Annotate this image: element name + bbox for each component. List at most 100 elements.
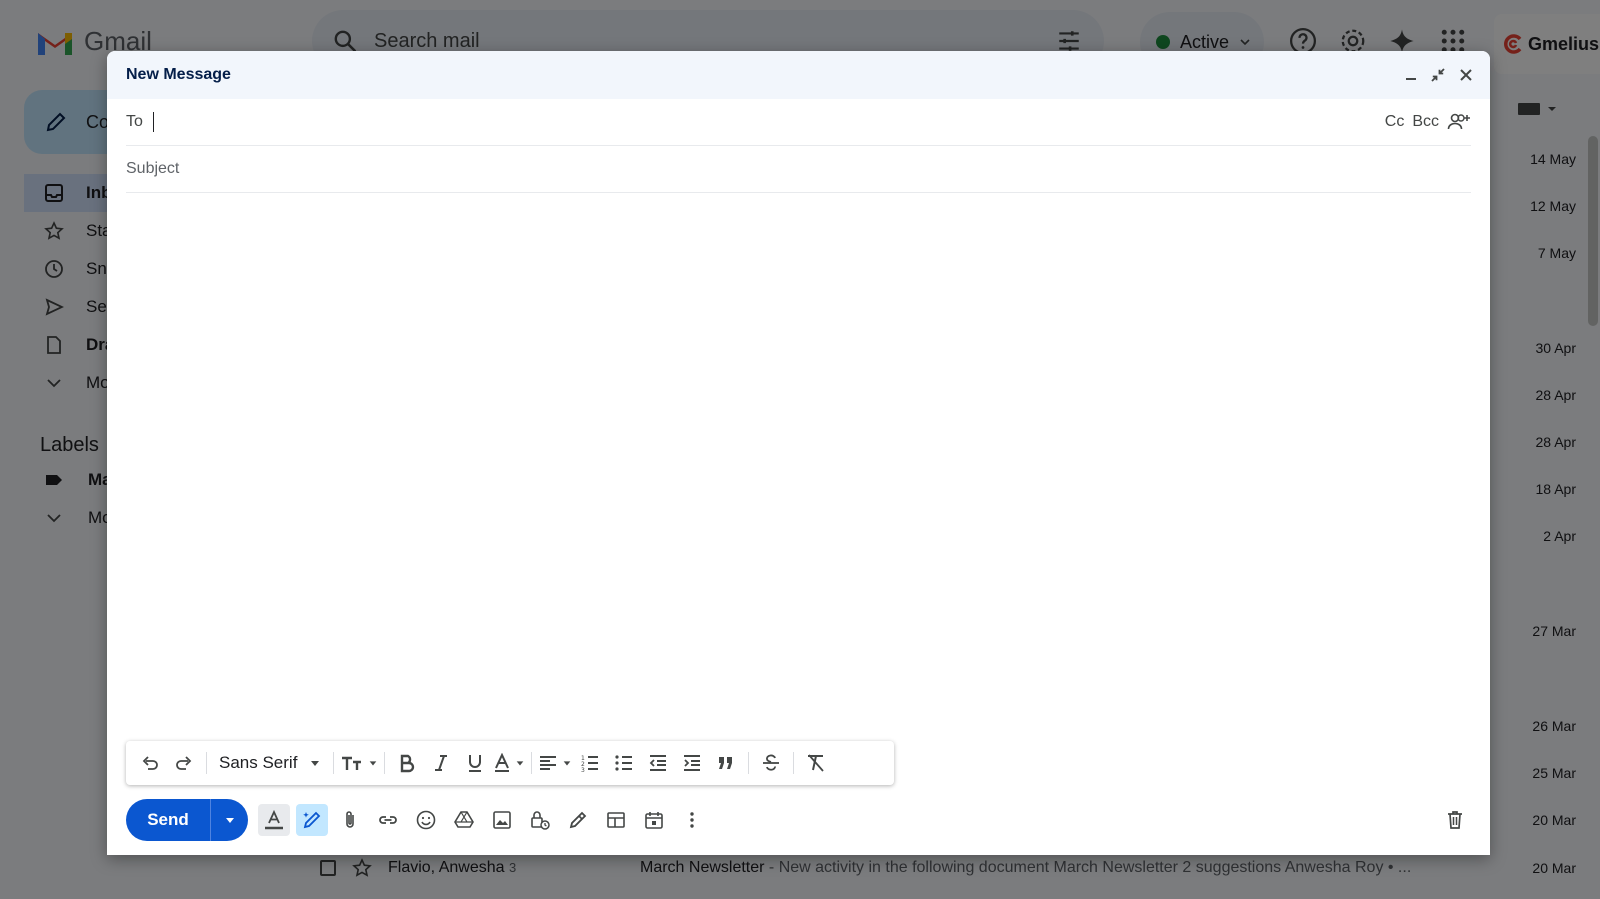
italic-button[interactable] xyxy=(425,747,457,779)
chevron-down-icon xyxy=(47,514,61,523)
help-me-write-button[interactable] xyxy=(296,804,328,836)
align-dropdown[interactable] xyxy=(538,747,572,779)
clock-icon xyxy=(45,260,63,278)
mail-date: 28 Apr xyxy=(1535,434,1576,450)
mail-date: 26 Mar xyxy=(1532,718,1576,734)
exit-full-screen-icon xyxy=(1431,68,1445,82)
star-icon xyxy=(44,221,64,240)
minimize-icon xyxy=(1406,78,1416,80)
mail-date: 14 May xyxy=(1530,151,1576,167)
send-icon xyxy=(45,298,64,316)
keyboard-icon[interactable] xyxy=(1518,100,1558,118)
underline-button[interactable] xyxy=(459,747,491,779)
message-body[interactable] xyxy=(126,201,1471,771)
paperclip-icon xyxy=(346,811,354,828)
toolbar-divider xyxy=(384,752,386,774)
lock-clock-icon xyxy=(531,811,550,830)
numbered-list-button[interactable]: 123 xyxy=(574,747,606,779)
quote-icon xyxy=(719,757,733,769)
indent-more-button[interactable] xyxy=(676,747,708,779)
indent-less-button[interactable] xyxy=(642,747,674,779)
italic-icon xyxy=(435,755,448,771)
row-sender: Flavio, Anwesha 3 xyxy=(388,859,624,877)
text-size-icon xyxy=(342,756,362,770)
text-color-dropdown[interactable] xyxy=(493,747,525,779)
remove-formatting-button[interactable] xyxy=(800,747,832,779)
mail-date: 20 Mar xyxy=(1532,860,1576,876)
schedule-meeting-button[interactable] xyxy=(638,804,670,836)
compose-header[interactable]: New Message xyxy=(107,51,1490,99)
dropdown-arrow-icon xyxy=(370,761,377,766)
insert-photo-button[interactable] xyxy=(486,804,518,836)
insert-link-button[interactable] xyxy=(372,804,404,836)
attach-files-button[interactable] xyxy=(334,804,366,836)
star-icon[interactable] xyxy=(352,858,372,878)
text-color-icon xyxy=(495,753,510,772)
mail-date: 2 Apr xyxy=(1543,528,1576,544)
mail-date: 7 May xyxy=(1537,245,1576,261)
labels-heading: Labels xyxy=(40,434,99,456)
gmelius-badge[interactable]: Gmelius xyxy=(1494,14,1600,74)
table-row[interactable]: Flavio, Anwesha 3 March Newsletter - New… xyxy=(320,858,1411,878)
bcc-button[interactable]: Bcc xyxy=(1412,113,1439,131)
cc-button[interactable]: Cc xyxy=(1385,113,1405,131)
bold-button[interactable] xyxy=(391,747,423,779)
subject-input[interactable] xyxy=(126,160,1471,178)
dropdown-arrow-icon xyxy=(517,761,524,766)
font-family-dropdown[interactable]: Sans Serif xyxy=(213,747,327,779)
more-vert-icon xyxy=(690,812,694,828)
exit-full-screen-button[interactable] xyxy=(1430,67,1446,83)
text-format-icon xyxy=(265,809,283,830)
sidebar-item-label: Se xyxy=(86,297,107,316)
send-options-button[interactable] xyxy=(210,799,248,841)
discard-draft-button[interactable] xyxy=(1439,804,1471,836)
formatting-toolbar: Sans Serif 123 xyxy=(126,741,894,785)
chevron-down-icon xyxy=(47,379,61,388)
dropdown-arrow-icon xyxy=(225,818,234,823)
to-row: To Cc Bcc xyxy=(126,99,1471,146)
font-family-label: Sans Serif xyxy=(219,753,298,772)
mail-date: 18 Apr xyxy=(1535,481,1576,497)
bulleted-list-button[interactable] xyxy=(608,747,640,779)
insert-signature-button[interactable] xyxy=(562,804,594,836)
dropdown-arrow-icon xyxy=(564,761,571,766)
font-size-dropdown[interactable] xyxy=(340,747,378,779)
signature-pen-icon xyxy=(569,811,587,829)
formatting-options-button[interactable] xyxy=(258,804,290,836)
strikethrough-button[interactable] xyxy=(755,747,787,779)
layout-template-icon xyxy=(607,812,625,828)
confidential-mode-button[interactable] xyxy=(524,804,556,836)
layouts-button[interactable] xyxy=(600,804,632,836)
close-button[interactable] xyxy=(1458,67,1474,83)
undo-button[interactable] xyxy=(134,747,166,779)
toolbar-divider xyxy=(206,752,207,774)
insert-emoji-button[interactable] xyxy=(410,804,442,836)
labels-more[interactable]: Mo xyxy=(44,508,112,528)
row-thread-count: 3 xyxy=(508,860,517,875)
gmail-m-icon xyxy=(38,32,72,55)
to-input[interactable] xyxy=(152,112,1385,132)
indent-less-icon xyxy=(650,755,667,771)
send-button[interactable]: Send xyxy=(126,799,210,841)
toolbar-divider xyxy=(333,752,335,774)
mail-list-scrollbar[interactable] xyxy=(1588,136,1598,326)
gmelius-label: Gmelius xyxy=(1528,33,1600,54)
mail-date: 28 Apr xyxy=(1535,387,1576,403)
calendar-icon xyxy=(645,812,663,829)
bulleted-list-icon xyxy=(615,755,633,771)
minimize-button[interactable] xyxy=(1404,68,1418,82)
more-options-button[interactable] xyxy=(676,804,708,836)
add-contacts-icon[interactable] xyxy=(1447,112,1471,132)
redo-button[interactable] xyxy=(168,747,200,779)
image-icon xyxy=(493,811,511,829)
quote-button[interactable] xyxy=(710,747,742,779)
send-button-group: Send xyxy=(126,799,248,841)
row-sender-name: Flavio, Anwesha xyxy=(388,859,505,876)
insert-drive-button[interactable] xyxy=(448,804,480,836)
align-left-icon xyxy=(540,756,557,770)
row-checkbox[interactable] xyxy=(320,860,336,876)
label-item[interactable]: Ma xyxy=(44,470,112,490)
row-snippet: - New activity in the following document… xyxy=(764,859,1412,876)
gmelius-logo-icon xyxy=(1504,34,1522,54)
label-icon xyxy=(46,475,62,485)
